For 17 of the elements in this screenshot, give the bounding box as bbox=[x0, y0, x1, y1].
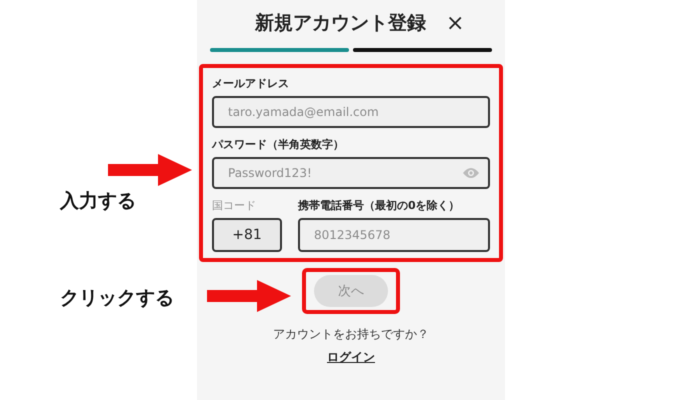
field-label: メールアドレス bbox=[212, 76, 290, 91]
arrow-icon bbox=[207, 280, 291, 312]
login-prompt: アカウントをお持ちですか？ bbox=[273, 326, 429, 343]
input-field[interactable]: 8012345678 bbox=[298, 218, 490, 252]
arrow-icon bbox=[108, 154, 192, 186]
field-label: 国コード bbox=[212, 198, 257, 213]
field-label: パスワード（半角英数字） bbox=[212, 137, 345, 152]
eye-icon[interactable] bbox=[462, 167, 480, 179]
input-field[interactable]: taro.yamada@email.com bbox=[212, 96, 490, 128]
input-field[interactable]: Password123! bbox=[212, 157, 490, 189]
field-label: 携帯電話番号（最初の0を除く） bbox=[298, 198, 461, 213]
annotation-text: 入力する bbox=[60, 189, 136, 214]
country-code-field[interactable]: +81 bbox=[212, 218, 282, 252]
annotation-text: クリックする bbox=[60, 286, 174, 311]
dialog-title: 新規アカウント登録 bbox=[255, 11, 426, 36]
close-button[interactable]: × bbox=[446, 10, 464, 36]
login-link[interactable]: ログイン bbox=[327, 349, 375, 366]
